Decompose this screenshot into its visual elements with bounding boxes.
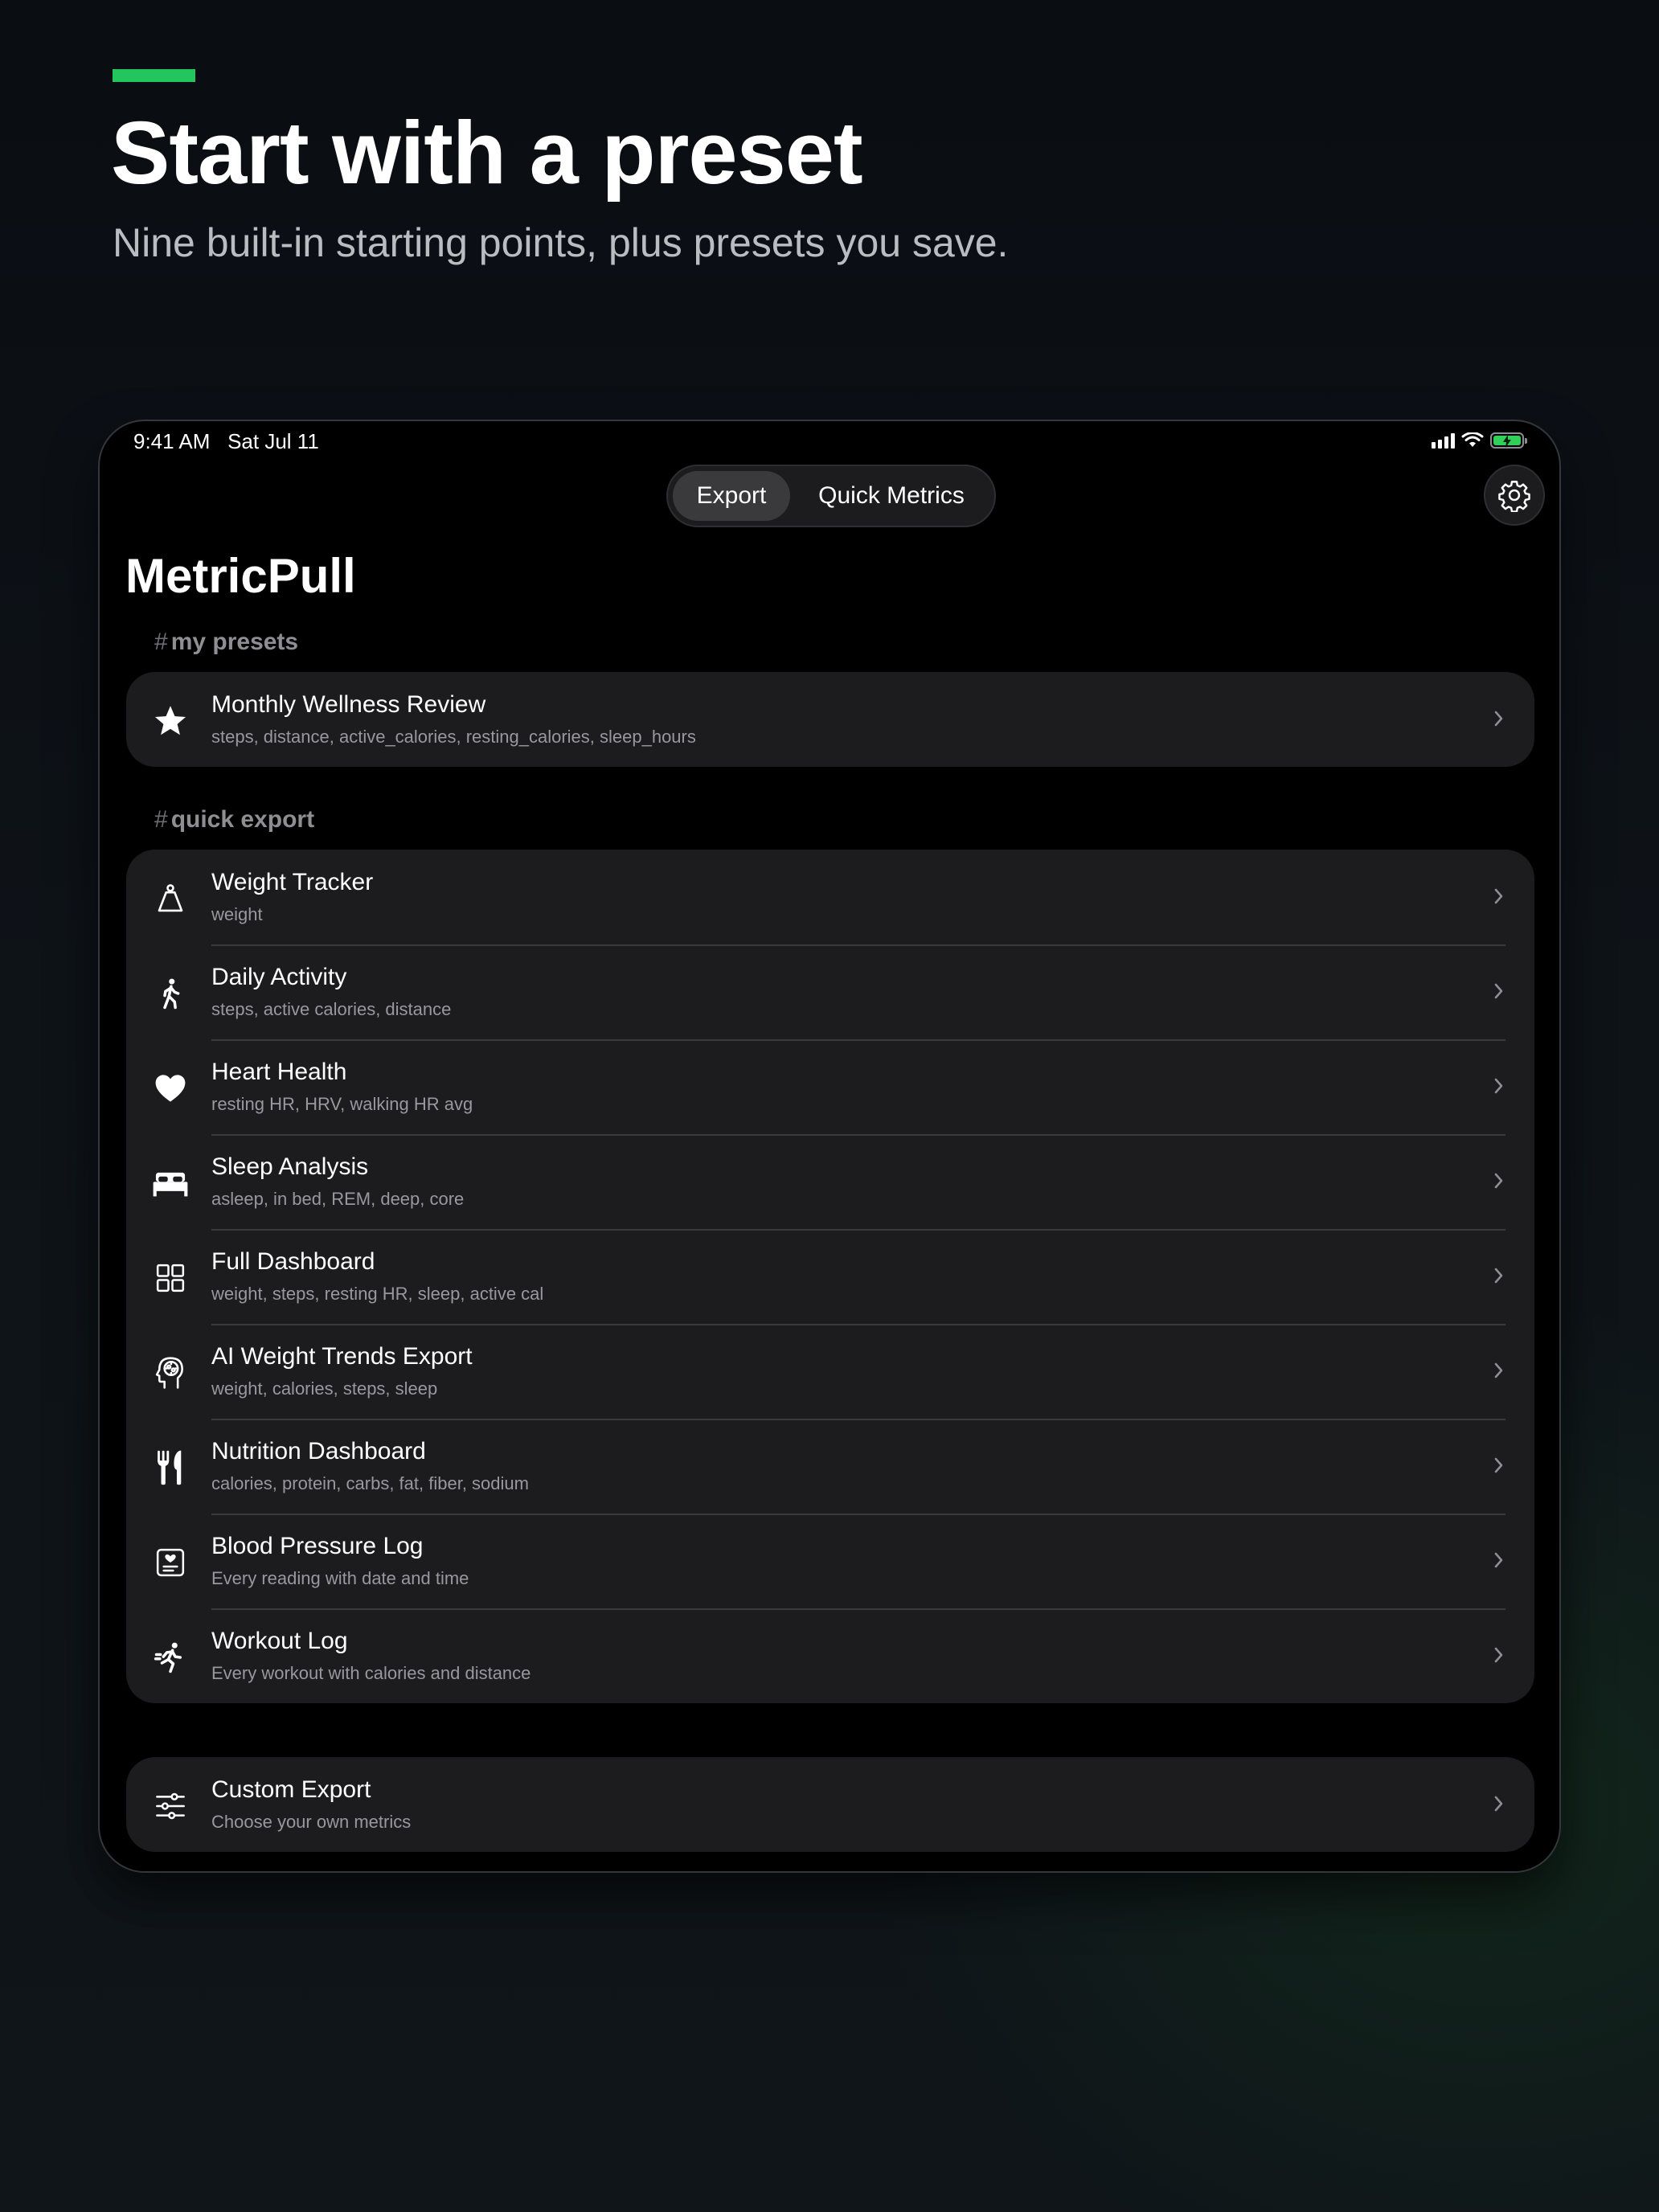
sliders-icon (152, 1788, 189, 1825)
preset-row-daily-activity[interactable]: Daily Activity steps, active calories, d… (126, 944, 1534, 1039)
section-hash: # (154, 806, 168, 833)
preset-row-workout-log[interactable]: Workout Log Every workout with calories … (126, 1608, 1534, 1703)
status-time: 9:41 AM (133, 429, 211, 453)
section-title: my presets (170, 629, 299, 655)
preset-row-weight-tracker[interactable]: Weight Tracker weight (126, 850, 1534, 944)
row-title: Heart Health (211, 1059, 347, 1085)
chevron-right-icon (1494, 1173, 1503, 1189)
quick-export-card: Weight Tracker weight Daily Activity ste… (126, 850, 1534, 1703)
row-subtitle: weight (211, 904, 263, 924)
settings-button[interactable] (1484, 465, 1545, 526)
preset-row-sleep-analysis[interactable]: Sleep Analysis asleep, in bed, REM, deep… (126, 1134, 1534, 1229)
page-headline: Start with a preset (111, 104, 863, 203)
section-header-quick-export: # quick export (154, 806, 314, 834)
bed-icon (152, 1165, 189, 1202)
row-title: Sleep Analysis (211, 1153, 369, 1180)
app-title: MetricPull (125, 549, 356, 603)
wifi-icon (1461, 432, 1484, 447)
chevron-right-icon (1494, 888, 1503, 904)
chevron-right-icon (1494, 1457, 1503, 1473)
chevron-right-icon (1494, 1362, 1503, 1378)
row-subtitle: asleep, in bed, REM, deep, core (211, 1189, 465, 1209)
star-icon (152, 703, 189, 739)
running-figure-icon (152, 1639, 189, 1676)
row-title: Monthly Wellness Review (211, 691, 486, 718)
section-title: quick export (170, 806, 315, 833)
custom-export-row[interactable]: Custom Export Choose your own metrics (126, 1757, 1534, 1852)
row-subtitle: Every reading with date and time (211, 1568, 469, 1588)
row-subtitle: calories, protein, carbs, fat, fiber, so… (211, 1473, 529, 1493)
preset-row-heart-health[interactable]: Heart Health resting HR, HRV, walking HR… (126, 1039, 1534, 1134)
status-bar-icons (1432, 432, 1527, 449)
row-subtitle: Every workout with calories and distance (211, 1663, 531, 1683)
chevron-right-icon (1494, 983, 1503, 999)
chevron-right-icon (1494, 1796, 1503, 1812)
heart-icon (152, 1070, 189, 1107)
walking-figure-icon (152, 975, 189, 1012)
fork-knife-icon (152, 1449, 189, 1486)
section-hash: # (154, 629, 168, 655)
grid-icon (152, 1260, 189, 1296)
chevron-right-icon (1494, 711, 1503, 727)
chevron-right-icon (1494, 1078, 1503, 1094)
segment-export[interactable]: Export (673, 471, 790, 521)
row-title: Workout Log (211, 1628, 348, 1654)
row-title: Custom Export (211, 1776, 371, 1803)
preset-row-nutrition-dashboard[interactable]: Nutrition Dashboard calories, protein, c… (126, 1419, 1534, 1514)
row-subtitle: resting HR, HRV, walking HR avg (211, 1094, 473, 1114)
chevron-right-icon (1494, 1268, 1503, 1284)
heart-document-icon (152, 1544, 189, 1581)
segmented-control: Export Quick Metrics (666, 465, 996, 527)
page-subheadline: Nine built-in starting points, plus pres… (113, 220, 1009, 265)
row-subtitle: weight, calories, steps, sleep (211, 1378, 438, 1399)
brain-head-icon (152, 1354, 189, 1391)
custom-export-card: Custom Export Choose your own metrics (126, 1757, 1534, 1852)
chevron-right-icon (1494, 1552, 1503, 1568)
row-subtitle: steps, active calories, distance (211, 999, 452, 1019)
preset-row-monthly-wellness-review[interactable]: Monthly Wellness Review steps, distance,… (126, 672, 1534, 767)
row-title: AI Weight Trends Export (211, 1343, 473, 1370)
accent-bar (113, 69, 195, 82)
preset-row-full-dashboard[interactable]: Full Dashboard weight, steps, resting HR… (126, 1229, 1534, 1324)
row-subtitle: Choose your own metrics (211, 1812, 412, 1832)
scale-weight-icon (152, 880, 189, 917)
row-subtitle: steps, distance, active_calories, restin… (211, 727, 696, 747)
segment-quick-metrics[interactable]: Quick Metrics (797, 471, 986, 521)
row-title: Blood Pressure Log (211, 1533, 424, 1559)
row-title: Full Dashboard (211, 1248, 375, 1275)
battery-charging-icon (1490, 432, 1527, 449)
gear-icon (1498, 481, 1530, 512)
chevron-right-icon (1494, 1647, 1503, 1663)
row-subtitle: weight, steps, resting HR, sleep, active… (211, 1284, 544, 1304)
row-title: Weight Tracker (211, 869, 374, 895)
status-bar-time: 9:41 AM Sat Jul 11 (133, 429, 319, 454)
preset-row-ai-weight-trends-export[interactable]: AI Weight Trends Export weight, calories… (126, 1324, 1534, 1419)
section-header-my-presets: # my presets (154, 629, 298, 656)
my-presets-card: Monthly Wellness Review steps, distance,… (126, 672, 1534, 767)
cellular-signal-icon (1432, 432, 1455, 449)
row-title: Daily Activity (211, 964, 347, 990)
ipad-screen: 9:41 AM Sat Jul 11 Export Quick Metrics … (98, 420, 1561, 1873)
status-date: Sat Jul 11 (227, 429, 319, 453)
preset-row-blood-pressure-log[interactable]: Blood Pressure Log Every reading with da… (126, 1514, 1534, 1608)
row-title: Nutrition Dashboard (211, 1438, 426, 1464)
